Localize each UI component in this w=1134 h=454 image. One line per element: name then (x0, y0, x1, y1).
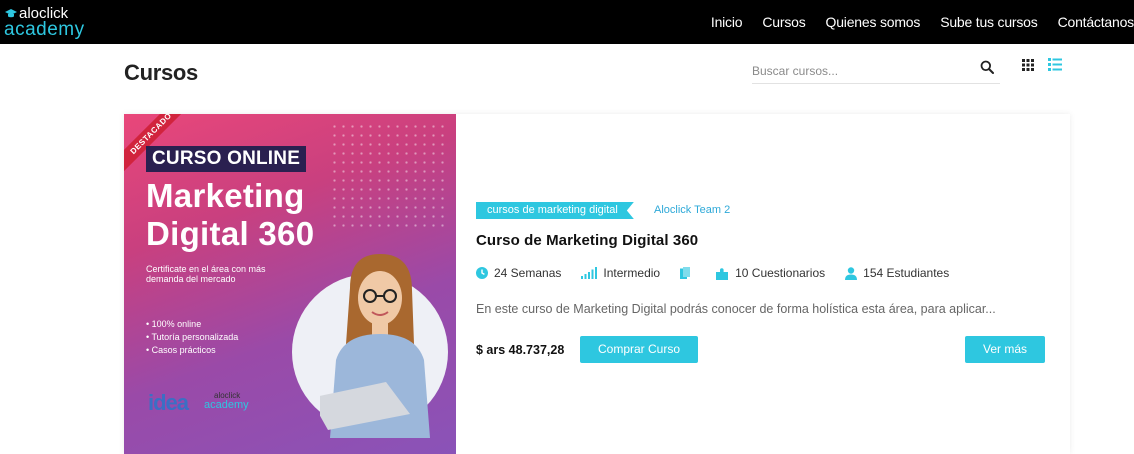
see-more-button[interactable]: Ver más (965, 336, 1045, 363)
search-box (752, 56, 1000, 84)
thumbnail-brand-line2: academy (204, 399, 249, 411)
thumbnail-subtitle: Certificate en el área con más demanda d… (146, 264, 266, 284)
thumbnail-bullet: • Casos prácticos (146, 345, 216, 355)
thumbnail-badge: CURSO ONLINE (146, 146, 307, 172)
course-meta: 24 Semanas Intermedio 10 Cuestionarios 1… (476, 265, 969, 281)
course-info: cursos de marketing digital Aloclick Tea… (476, 114, 1056, 454)
top-navbar: aloclick academy Inicio Cursos Quienes s… (0, 0, 1134, 44)
thumbnail-brand-logo: aloclick academy (204, 391, 264, 415)
student-icon (845, 266, 858, 280)
clock-icon (476, 267, 488, 279)
thumbnail-bullet: • 100% online (146, 319, 202, 329)
graduation-cap-icon (5, 9, 17, 18)
buy-course-button[interactable]: Comprar Curso (580, 336, 698, 363)
page-title: Cursos (124, 60, 198, 85)
course-thumbnail[interactable]: DESTACADO CURSO ONLINE Marketing Digital… (124, 114, 456, 454)
signal-bars-icon (581, 267, 598, 279)
dot-pattern (330, 122, 450, 232)
list-view-icon[interactable] (1048, 58, 1062, 71)
meta-students-text: 154 Estudiantes (863, 266, 950, 280)
category-tag[interactable]: cursos de marketing digital (476, 202, 634, 219)
thumbnail-headline-2: Digital 360 (146, 215, 315, 252)
puzzle-icon (716, 267, 729, 280)
nav-item-inicio[interactable]: Inicio (711, 14, 743, 30)
grid-view-icon[interactable] (1022, 59, 1034, 71)
meta-quizzes-text: 10 Cuestionarios (735, 266, 826, 280)
course-price: $ ars 48.737,28 (476, 343, 565, 357)
meta-level-text: Intermedio (603, 266, 661, 280)
search-icon[interactable] (980, 60, 994, 74)
site-logo[interactable]: aloclick academy (4, 6, 94, 40)
nav-item-contactanos[interactable]: Contáctanos (1058, 14, 1134, 30)
author-link[interactable]: Aloclick Team 2 (654, 204, 730, 216)
meta-students: 154 Estudiantes (845, 266, 949, 280)
nav-item-sube-tus-cursos[interactable]: Sube tus cursos (940, 14, 1038, 30)
course-title[interactable]: Curso de Marketing Digital 360 (476, 232, 698, 249)
nav-item-cursos[interactable]: Cursos (762, 14, 805, 30)
meta-level: Intermedio (581, 266, 660, 280)
nav-item-quienes-somos[interactable]: Quienes somos (826, 14, 921, 30)
main-nav: Inicio Cursos Quienes somos Sube tus cur… (711, 0, 1134, 44)
course-card: DESTACADO CURSO ONLINE Marketing Digital… (124, 114, 1070, 454)
meta-duration-text: 24 Semanas (494, 266, 562, 280)
logo-text-bottom: academy (4, 19, 85, 40)
course-description: En este curso de Marketing Digital podrá… (476, 302, 996, 316)
thumbnail-headline-1: Marketing (146, 177, 305, 214)
partner-logo-idea: idea (148, 390, 189, 415)
woman-with-laptop-illustration (320, 254, 430, 438)
file-icon (680, 267, 691, 279)
search-input[interactable] (752, 60, 962, 82)
thumbnail-bullet: • Tutoría personalizada (146, 332, 239, 342)
meta-quizzes: 10 Cuestionarios (716, 266, 825, 280)
meta-duration: 24 Semanas (476, 266, 561, 280)
meta-lessons (680, 267, 696, 279)
